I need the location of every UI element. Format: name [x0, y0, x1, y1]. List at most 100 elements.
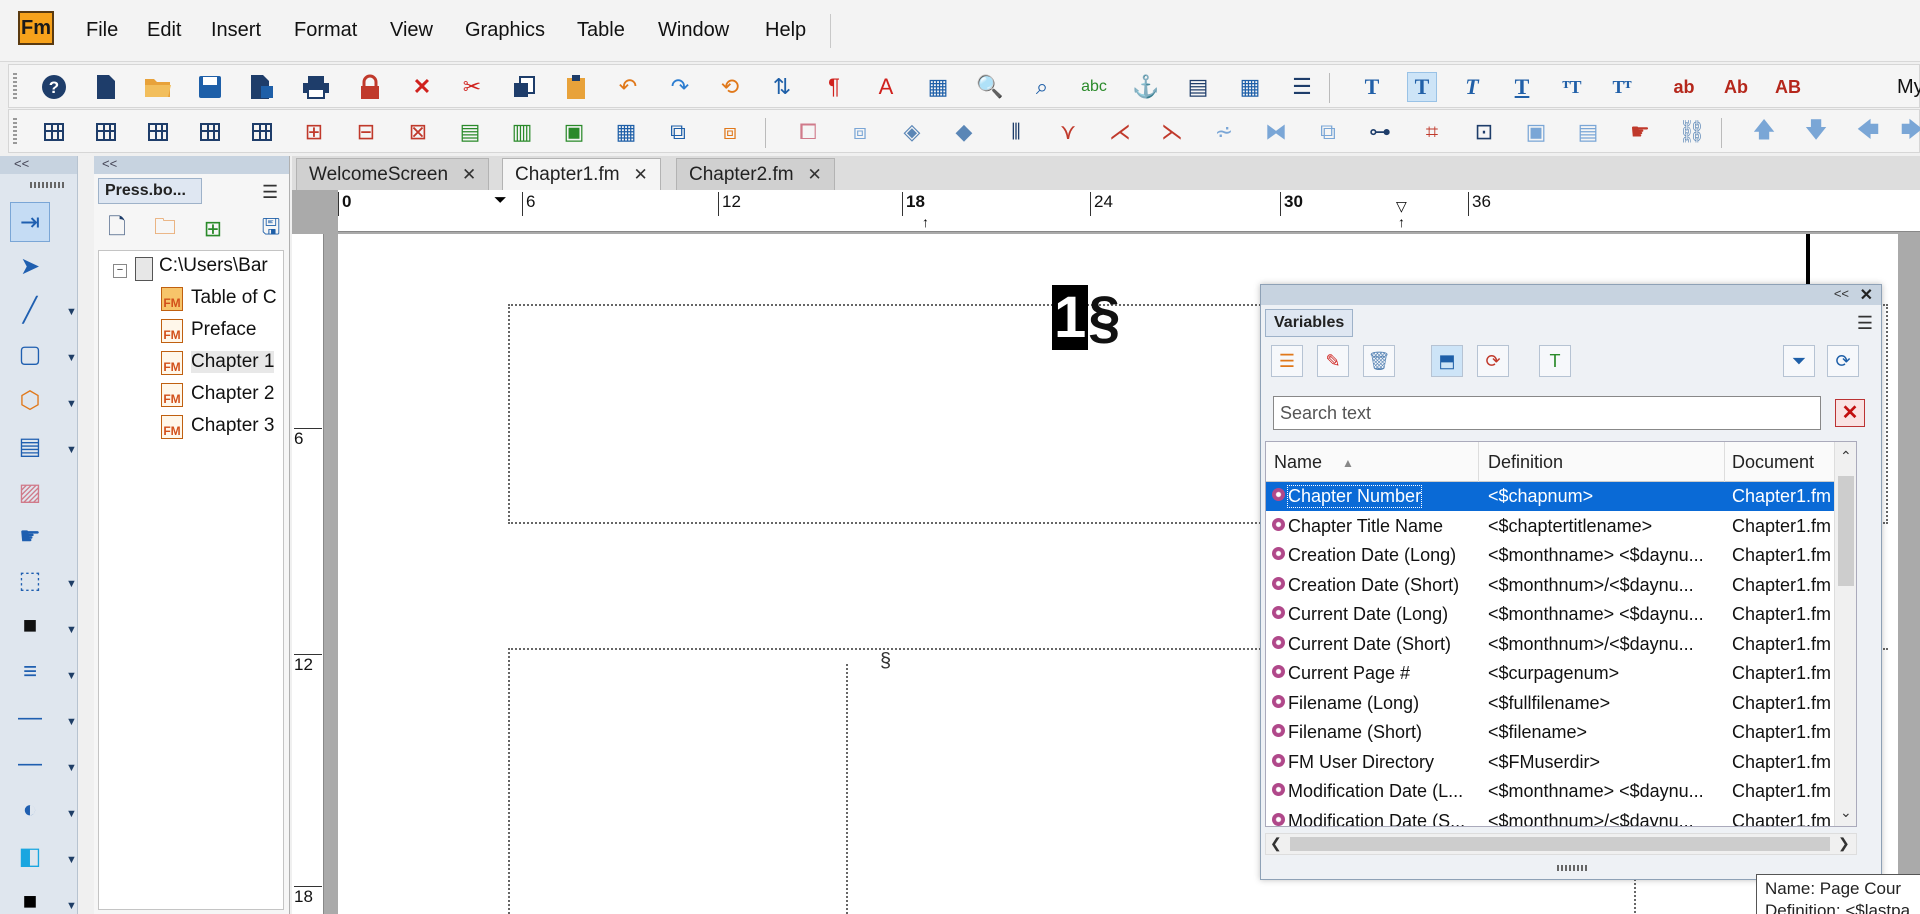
horizontal-ruler[interactable]: 0 6 12 18 24 30 36 ⏷ ▽ ↑ ↑: [338, 190, 1920, 232]
line-end-dropdown[interactable]: ▼: [66, 716, 77, 728]
filter-icon[interactable]: ⏷: [1783, 345, 1815, 377]
resize-grip[interactable]: [1557, 865, 1587, 871]
close-icon[interactable]: ✕: [462, 165, 476, 184]
table-format-2-icon[interactable]: [91, 117, 121, 147]
reshape-icon[interactable]: ⌗: [1417, 117, 1447, 147]
tab-stop-marker-icon[interactable]: ↑: [1398, 214, 1405, 230]
column-divider[interactable]: [1478, 442, 1479, 482]
table-row[interactable]: Creation Date (Short) <$monthnum>/<$daynu…: [1266, 571, 1846, 600]
update-variables-icon[interactable]: ⟳: [1477, 345, 1509, 377]
variables-titlebar[interactable]: << ✕: [1261, 285, 1881, 305]
table-row[interactable]: Modification Date (L... <$monthname> <$da…: [1266, 777, 1846, 806]
book-save-icon[interactable]: 🖫: [256, 214, 286, 244]
fill-color-icon[interactable]: ■: [10, 606, 50, 646]
collapse-button[interactable]: <<: [1834, 286, 1849, 301]
table-row[interactable]: Filename (Long) <$fullfilename> Chapter1.f…: [1266, 689, 1846, 718]
chapter-number-variable[interactable]: 1: [1052, 285, 1089, 350]
initial-caps-icon[interactable]: Ab: [1721, 72, 1751, 102]
book-tab[interactable]: Press.bo...: [98, 178, 202, 204]
column-header-name[interactable]: Name: [1274, 452, 1322, 473]
lock-icon[interactable]: [355, 72, 385, 102]
menu-help[interactable]: Help: [765, 19, 806, 42]
menu-format[interactable]: Format: [294, 19, 357, 42]
vertical-scrollbar[interactable]: ⌃ ⌄: [1834, 442, 1856, 826]
ungroup-icon[interactable]: ⧈: [845, 117, 875, 147]
copy-icon[interactable]: [509, 72, 539, 102]
table-format-1-icon[interactable]: [39, 117, 69, 147]
arrow-left-icon[interactable]: 🡄: [1853, 117, 1883, 147]
select-table-icon[interactable]: ▦: [611, 117, 641, 147]
table-footer-icon[interactable]: ▣: [559, 117, 589, 147]
edit-variable-icon[interactable]: ✎: [1317, 345, 1349, 377]
table-row[interactable]: Filename (Short) <$filename> Chapter1.fm: [1266, 718, 1846, 747]
table-row[interactable]: Current Date (Long) <$monthname> <$daynu.…: [1266, 600, 1846, 629]
superscript-icon[interactable]: ᵀT: [1557, 72, 1587, 102]
snap-icon[interactable]: ⛓: [1677, 117, 1707, 147]
merge-cells-icon[interactable]: ⊠: [403, 117, 433, 147]
column-header-definition[interactable]: Definition: [1488, 452, 1563, 473]
text-frame-icon[interactable]: ▤: [1183, 72, 1213, 102]
text-frame-tool-icon[interactable]: ▤: [10, 426, 50, 466]
tree-expander-icon[interactable]: −: [113, 264, 127, 278]
tools-collapse-button[interactable]: <<: [0, 156, 77, 174]
toolbar-overflow-label[interactable]: My: [1897, 76, 1920, 99]
tint-dropdown[interactable]: ▼: [66, 808, 77, 820]
chapter-heading[interactable]: 1§: [1052, 284, 1121, 351]
open-folder-icon[interactable]: [143, 72, 173, 102]
table-row[interactable]: Chapter Title Name <$chaptertitlename> Cha…: [1266, 512, 1846, 541]
table-properties-icon[interactable]: ⧈: [715, 117, 745, 147]
select-object-tool-icon[interactable]: ➤: [10, 246, 50, 286]
table-format-3-icon[interactable]: [143, 117, 173, 147]
undo-icon[interactable]: ↶: [613, 72, 643, 102]
redo-icon[interactable]: ↷: [665, 72, 695, 102]
vertical-ruler[interactable]: 6 12 18: [292, 234, 324, 914]
save-all-icon[interactable]: [247, 72, 277, 102]
insert-variable-icon[interactable]: ⬒: [1431, 345, 1463, 377]
menu-window[interactable]: Window: [658, 19, 729, 42]
tree-item-chapter-1[interactable]: FM Chapter 1: [99, 347, 283, 375]
table-format-4-icon[interactable]: [195, 117, 225, 147]
tree-item-chapter-2[interactable]: FM Chapter 2: [99, 379, 283, 407]
toolbar-grip[interactable]: [13, 73, 17, 101]
table-rotate-icon[interactable]: ⧉: [663, 117, 693, 147]
anchor-icon[interactable]: ⚓: [1131, 72, 1161, 102]
subscript-icon[interactable]: Tᵀ: [1607, 72, 1637, 102]
create-variable-icon[interactable]: ☰: [1271, 345, 1303, 377]
menu-file[interactable]: File: [86, 19, 118, 42]
add-group-icon[interactable]: ⊞: [198, 214, 228, 244]
align-icon[interactable]: ⫴: [1001, 117, 1031, 147]
tree-item-preface[interactable]: FM Preface: [99, 315, 283, 343]
right-indent-marker-icon[interactable]: ▽: [1396, 198, 1407, 215]
menu-table[interactable]: Table: [577, 19, 625, 42]
runaround-icon[interactable]: ▣: [1521, 117, 1551, 147]
arrow-right-icon[interactable]: 🡆: [1897, 117, 1920, 147]
line-tool-dropdown[interactable]: ▼: [66, 306, 77, 318]
arrow-up-icon[interactable]: 🡅: [1749, 117, 1779, 147]
frame-select-dropdown[interactable]: ▼: [66, 578, 77, 590]
table-row[interactable]: Current Page # <$curpagenum> Chapter1.fm: [1266, 659, 1846, 688]
close-icon[interactable]: ✕: [808, 165, 822, 184]
scrollbar-thumb[interactable]: [1290, 837, 1830, 851]
group-icon[interactable]: ⧠: [793, 117, 823, 147]
repeat-icon[interactable]: ⟲: [715, 72, 745, 102]
italic-icon[interactable]: T: [1457, 72, 1487, 102]
find-replace-icon[interactable]: 🔍: [975, 72, 1005, 102]
select-text-tool-icon[interactable]: ⇥: [10, 202, 50, 242]
frame-select-tool-icon[interactable]: ⬚: [10, 560, 50, 600]
dash-pattern-icon[interactable]: —: [10, 744, 50, 784]
gravity-icon[interactable]: ☛: [1625, 117, 1655, 147]
bold-icon[interactable]: T: [1407, 72, 1437, 102]
tint-icon[interactable]: ◐: [10, 790, 50, 830]
spell-check-icon[interactable]: abc: [1079, 72, 1109, 102]
polygon-tool-dropdown[interactable]: ▼: [66, 398, 77, 410]
paragraph-designer-icon[interactable]: ¶: [819, 72, 849, 102]
rectangle-tool-dropdown[interactable]: ▼: [66, 352, 77, 364]
tools-grip[interactable]: [30, 182, 66, 188]
text-style-icon[interactable]: T: [1357, 72, 1387, 102]
overprint-icon[interactable]: ◧: [10, 836, 50, 876]
zoom-icon[interactable]: ⌕: [1027, 72, 1057, 102]
paste-icon[interactable]: [561, 72, 591, 102]
tree-item-table-of-contents[interactable]: FM Table of C: [99, 283, 283, 311]
line-end-icon[interactable]: —: [10, 698, 50, 738]
close-icon[interactable]: ✕: [634, 165, 648, 184]
